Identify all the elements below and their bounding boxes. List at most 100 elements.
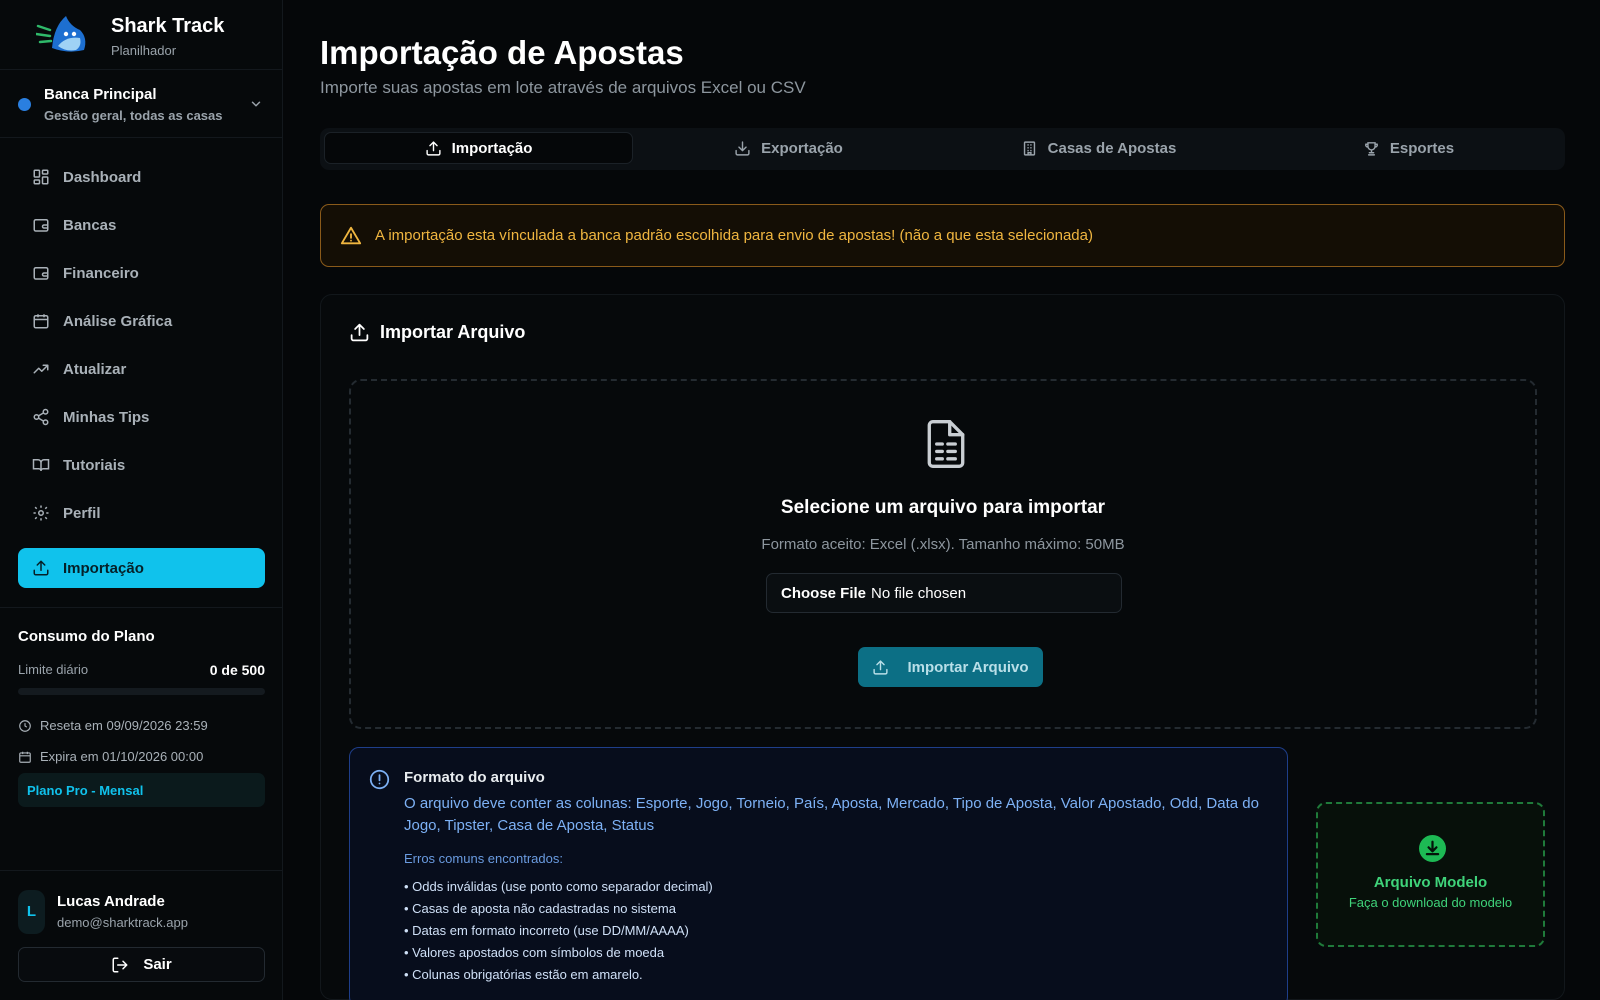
sidebar: Shark Track Planilhador Banca Principal …	[0, 0, 283, 1000]
upload-icon	[873, 659, 889, 675]
wallet-icon	[33, 267, 49, 280]
trending-up-icon	[33, 364, 49, 374]
alert-text: A importação esta vínculada a banca padr…	[375, 227, 1093, 244]
reset-info: Reseta em 09/09/2026 23:59	[18, 718, 208, 733]
tab-label: Casas de Apostas	[1047, 139, 1177, 157]
template-download-button[interactable]: Arquivo Modelo Faça o download do modelo	[1316, 802, 1545, 947]
expire-info: Expira em 01/10/2026 00:00	[18, 749, 203, 764]
shark-logo-icon	[36, 16, 86, 52]
bank-selector[interactable]: Banca Principal Gestão geral, todas as c…	[0, 70, 283, 138]
plan-badge: Plano Pro - Mensal	[18, 773, 265, 807]
drop-title: Selecione um arquivo para importar	[780, 497, 1106, 518]
sidebar-item-label: Bancas	[63, 216, 117, 234]
warning-alert: A importação esta vínculada a banca padr…	[320, 204, 1565, 267]
list-item: • Datas em formato incorreto (use DD/MM/…	[404, 923, 689, 938]
tab-exportacao[interactable]: Exportação	[634, 132, 943, 164]
drop-subtitle: Formato aceito: Excel (.xlsx). Tamanho m…	[761, 536, 1125, 553]
share-icon	[33, 408, 49, 426]
sidebar-item-bancas[interactable]: Bancas	[18, 205, 265, 245]
plan-title: Consumo do Plano	[18, 628, 155, 645]
file-format-info: Formato do arquivo O arquivo deve conter…	[349, 747, 1288, 1000]
brand: Shark Track Planilhador	[0, 0, 283, 70]
bank-status-dot	[18, 98, 31, 111]
list-item: • Colunas obrigatórias estão em amarelo.	[404, 967, 643, 982]
sidebar-item-label: Minhas Tips	[63, 408, 150, 426]
tab-label: Importação	[451, 139, 533, 157]
brand-subtitle: Planilhador	[111, 43, 177, 58]
tab-importacao[interactable]: Importação	[324, 132, 633, 164]
sidebar-item-financeiro[interactable]: Financeiro	[18, 253, 265, 293]
daily-limit-label: Limite diário	[18, 662, 89, 677]
sidebar-item-label: Atualizar	[63, 360, 127, 378]
upload-icon	[350, 323, 369, 342]
import-file-button[interactable]: Importar Arquivo	[858, 647, 1043, 687]
tab-label: Exportação	[761, 139, 843, 157]
clock-icon	[19, 719, 31, 732]
user-name: Lucas Andrade	[57, 893, 165, 910]
brand-title: Shark Track	[111, 15, 225, 37]
tab-label: Esportes	[1389, 139, 1455, 157]
format-title: Formato do arquivo	[404, 769, 545, 786]
book-icon	[32, 459, 50, 472]
building-icon	[1023, 140, 1035, 156]
gear-icon	[33, 505, 49, 521]
template-subtitle: Faça o download do modelo	[1348, 895, 1513, 910]
user-panel: L Lucas Andrade demo@sharktrack.app Sair	[0, 871, 283, 1000]
sidebar-item-label: Análise Gráfica	[63, 312, 173, 330]
daily-limit-value: 0 de 500	[209, 662, 265, 678]
plan-usage-panel: Consumo do Plano Limite diário 0 de 500 …	[0, 607, 283, 871]
warning-icon	[340, 226, 362, 245]
sidebar-item-importacao[interactable]: Importação	[18, 548, 265, 588]
template-title: Arquivo Modelo	[1373, 874, 1488, 891]
calendar-icon	[19, 751, 31, 763]
list-item: • Casas de aposta não cadastradas no sis…	[404, 901, 676, 916]
sidebar-item-label: Importação	[63, 559, 144, 577]
sidebar-item-analise-grafica[interactable]: Análise Gráfica	[18, 301, 265, 341]
expire-text: Expira em 01/10/2026 00:00	[40, 749, 204, 764]
import-card: Importar Arquivo Selecione um arquivo pa…	[320, 294, 1565, 1000]
file-status: No file chosen	[871, 584, 967, 602]
errors-title: Erros comuns encontrados:	[404, 851, 563, 866]
errors-list: • Odds inválidas (use ponto como separad…	[404, 876, 713, 986]
file-drop-zone[interactable]: Selecione um arquivo para importar Forma…	[349, 379, 1537, 729]
file-input[interactable]: Choose File No file chosen	[766, 573, 1122, 613]
user-email: demo@sharktrack.app	[57, 915, 188, 930]
sidebar-item-dashboard[interactable]: Dashboard	[18, 157, 265, 197]
tab-bar: Importação Exportação Casas de Apostas E…	[320, 128, 1565, 170]
sidebar-item-atualizar[interactable]: Atualizar	[18, 349, 265, 389]
upload-icon	[33, 560, 49, 576]
sidebar-item-tutoriais[interactable]: Tutoriais	[18, 445, 265, 485]
download-icon	[735, 140, 750, 156]
bank-name: Banca Principal	[44, 86, 157, 103]
download-circle-icon	[1419, 835, 1446, 862]
avatar: L	[18, 890, 45, 934]
usage-progress-bar	[18, 688, 265, 695]
list-item: • Odds inválidas (use ponto como separad…	[404, 879, 713, 894]
upload-icon	[425, 140, 441, 156]
format-description: O arquivo deve conter as colunas: Esport…	[404, 795, 1259, 834]
logout-label: Sair	[143, 956, 172, 973]
import-card-title: Importar Arquivo	[380, 322, 526, 342]
page-title: Importação de Apostas	[320, 34, 684, 71]
list-item: • Valores apostados com símbolos de moed…	[404, 945, 665, 960]
chevron-down-icon	[251, 101, 261, 107]
calendar-icon	[33, 314, 49, 329]
wallet-icon	[33, 219, 49, 232]
sidebar-item-label: Dashboard	[63, 168, 142, 186]
sidebar-item-label: Financeiro	[63, 264, 139, 282]
page-subtitle: Importe suas apostas em lote através de …	[320, 78, 806, 97]
logout-icon	[112, 957, 128, 972]
import-card-header: Importar Arquivo	[349, 322, 525, 343]
sidebar-item-perfil[interactable]: Perfil	[18, 493, 265, 533]
sidebar-item-minhas-tips[interactable]: Minhas Tips	[18, 397, 265, 437]
tab-casas-de-apostas[interactable]: Casas de Apostas	[944, 132, 1253, 164]
choose-file-button[interactable]: Choose File	[781, 585, 866, 602]
reset-text: Reseta em 09/09/2026 23:59	[40, 718, 208, 733]
trophy-icon	[1364, 141, 1378, 156]
logout-button[interactable]: Sair	[18, 947, 265, 982]
main-content: Importação de Apostas Importe suas apost…	[284, 0, 1600, 1000]
sidebar-item-label: Perfil	[63, 504, 101, 522]
info-icon	[369, 769, 390, 790]
sidebar-item-label: Tutoriais	[63, 456, 126, 474]
tab-esportes[interactable]: Esportes	[1254, 132, 1563, 164]
